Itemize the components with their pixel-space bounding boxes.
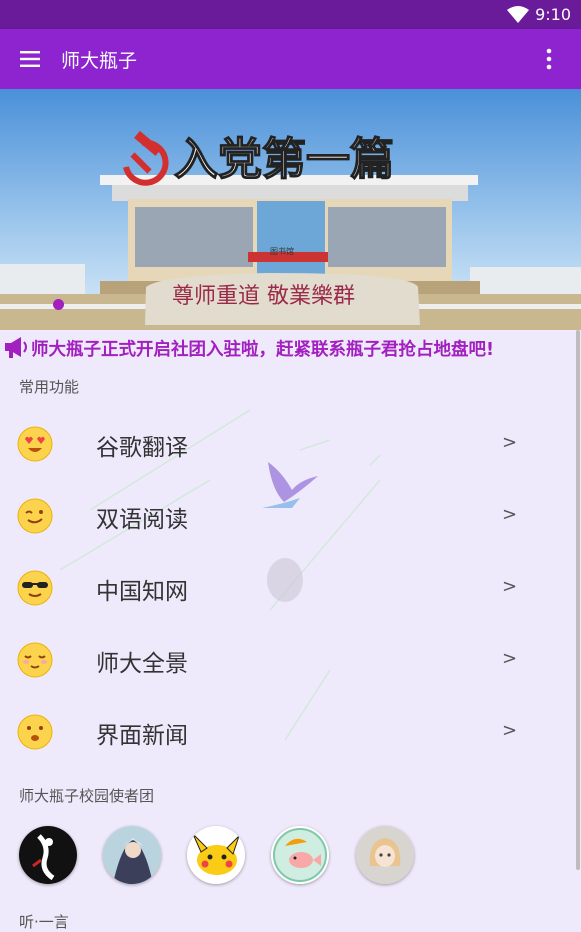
app-bar: 师大瓶子 (0, 29, 581, 89)
heart-eyes-emoji-icon (17, 426, 53, 462)
avatar-anime-girl[interactable] (356, 826, 414, 884)
chevron-right-icon: > (502, 648, 518, 669)
chevron-right-icon: > (502, 504, 518, 525)
scrollbar[interactable] (576, 330, 580, 870)
section-title-common-functions: 常用功能 (19, 378, 80, 396)
blush-emoji-icon (17, 642, 53, 678)
wifi-icon (507, 6, 529, 23)
app-title: 师大瓶子 (61, 50, 138, 72)
banner-image: 入党第一篇 尊师重道 敬業樂群 图书馆 (0, 89, 581, 330)
list-item-campus-panorama[interactable]: 师大全景 > (0, 626, 560, 694)
chevron-right-icon: > (502, 720, 518, 741)
list-item-label: 双语阅读 (96, 507, 188, 533)
section-title-quote: 听·一言 (19, 913, 69, 931)
section-title-ambassadors: 师大瓶子校园使者团 (19, 787, 155, 805)
banner-stone-inscription: 尊师重道 敬業樂群 (172, 284, 355, 309)
smile-emoji-icon (17, 498, 53, 534)
avatar-fish-umbrella[interactable] (271, 826, 329, 884)
list-item-label: 谷歌翻译 (96, 435, 188, 461)
chevron-right-icon: > (502, 576, 518, 597)
banner-carousel[interactable]: 入党第一篇 尊师重道 敬業樂群 图书馆 (0, 89, 581, 330)
status-bar: 9:10 (0, 0, 581, 29)
hamburger-menu-icon[interactable] (14, 45, 46, 73)
more-vert-icon[interactable] (535, 45, 563, 73)
avatar-anime-swordsman[interactable] (103, 826, 161, 884)
list-item-jiemian-news[interactable]: 界面新闻 > (0, 698, 560, 766)
notice-text: 师大瓶子正式开启社团入驻啦，赶紧联系瓶子君抢占地盘吧! (31, 340, 494, 360)
list-item-label: 中国知网 (96, 579, 188, 605)
megaphone-icon (5, 337, 27, 358)
banner-headline: 入党第一篇 (174, 134, 394, 185)
avatar-ink-figure[interactable] (19, 826, 77, 884)
happy-emoji-icon (17, 714, 53, 750)
sunglasses-emoji-icon (17, 570, 53, 606)
carousel-indicator-dot[interactable] (53, 299, 64, 310)
notice-marquee[interactable]: 师大瓶子正式开启社团入驻啦，赶紧联系瓶子君抢占地盘吧! (0, 333, 581, 363)
avatar-pikachu[interactable] (187, 826, 245, 884)
list-item-label: 界面新闻 (96, 723, 188, 749)
banner-building-sign: 图书馆 (270, 246, 294, 256)
list-item-google-translate[interactable]: 谷歌翻译 > (0, 410, 560, 478)
list-item-label: 师大全景 (96, 651, 188, 677)
chevron-right-icon: > (502, 432, 518, 453)
list-item-cnki[interactable]: 中国知网 > (0, 554, 560, 622)
status-time: 9:10 (535, 5, 571, 24)
list-item-bilingual-reading[interactable]: 双语阅读 > (0, 482, 560, 550)
